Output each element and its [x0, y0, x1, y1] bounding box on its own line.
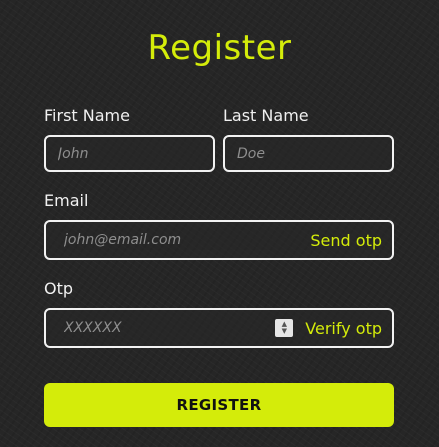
first-name-field-wrapper [44, 135, 215, 172]
last-name-input[interactable] [237, 137, 392, 170]
email-field-wrapper: Send otp [44, 220, 394, 260]
first-name-label: First Name [44, 106, 130, 125]
chevron-down-icon[interactable]: ▼ [282, 328, 287, 335]
otp-label: Otp [44, 279, 74, 298]
first-name-input[interactable] [58, 137, 213, 170]
register-button[interactable]: REGISTER [44, 383, 394, 427]
otp-input[interactable] [64, 310, 276, 346]
last-name-field-wrapper [223, 135, 394, 172]
email-input[interactable] [64, 222, 311, 258]
otp-field-wrapper: ▲ ▼ Verify otp [44, 308, 394, 348]
spin-arrows-icon[interactable]: ▲ ▼ [275, 319, 294, 337]
email-label: Email [44, 191, 89, 210]
send-otp-button[interactable]: Send otp [310, 231, 382, 250]
page-title: Register [147, 28, 292, 68]
register-form: Register First Name Last Name Email Send… [0, 0, 439, 447]
verify-otp-button[interactable]: Verify otp [305, 319, 382, 338]
last-name-label: Last Name [223, 106, 309, 125]
